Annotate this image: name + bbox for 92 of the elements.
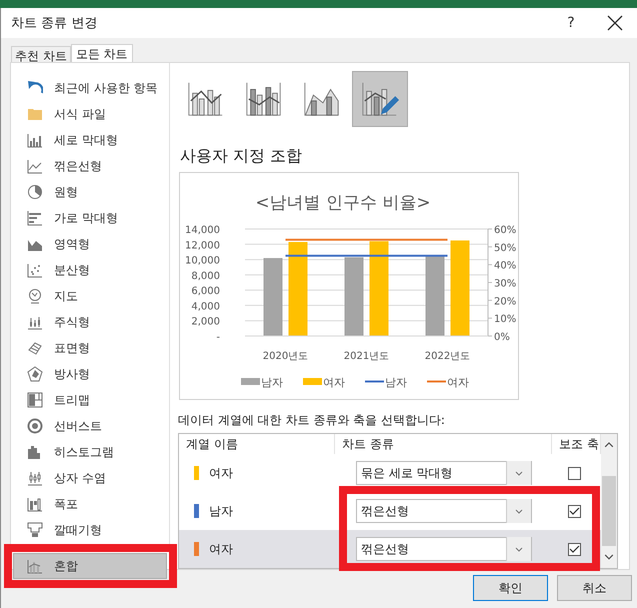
chevron-down-icon [515, 508, 523, 514]
dialog-button[interactable]: 취소 [557, 575, 632, 601]
sidebar-item[interactable]: 히스토그램 [13, 439, 167, 465]
axis-tick-label: 30% [494, 278, 516, 290]
axis-tick-label: 0% [494, 332, 510, 343]
sidebar-item[interactable]: 영역형 [13, 231, 167, 257]
axis-tick-label: 60% [494, 225, 516, 236]
close-icon[interactable] [605, 13, 625, 33]
sidebar-item[interactable]: 가로 막대형 [13, 205, 167, 231]
chevron-down-icon [515, 470, 523, 476]
sidebar-item[interactable]: 선버스트 [13, 413, 167, 439]
combo-chart-icon [27, 558, 43, 574]
dialog-button[interactable]: 확인 [473, 575, 548, 601]
tab[interactable]: 모든 차트 [70, 44, 133, 62]
sidebar-item[interactable]: 분산형 [13, 257, 167, 283]
window-title: 차트 종류 변경 [11, 15, 98, 32]
help-button[interactable]: ? [551, 15, 591, 31]
treemap-icon [27, 392, 43, 408]
sidebar-item[interactable]: 주식형 [13, 309, 167, 335]
sidebar-item[interactable]: 세로 막대형 [13, 127, 167, 153]
stock-chart-icon [27, 314, 43, 330]
pie-chart-icon [27, 184, 43, 200]
legend-label: 여자 [323, 376, 345, 389]
column-header: 차트 종류 [335, 434, 552, 454]
axis-tick-label: - [216, 332, 220, 343]
legend-swatch [241, 378, 260, 385]
sidebar-item[interactable]: 트리맵 [13, 387, 167, 413]
sidebar-item[interactable]: 상자 수염 [13, 465, 167, 491]
column-header: 계열 이름 [179, 434, 335, 454]
secondary-axis-checkbox[interactable] [568, 542, 581, 556]
undo-arrow-icon [27, 80, 43, 96]
axis-tick-label: 2,000 [191, 316, 220, 328]
series-name: 남자 [209, 502, 233, 520]
series-row[interactable]: 남자 꺾은선형 [179, 492, 601, 530]
funnel-chart-icon [27, 522, 43, 538]
chart-type-dropdown[interactable]: 꺾은선형 [356, 499, 532, 523]
bar-chart-icon [27, 210, 43, 226]
chart-type-dropdown[interactable]: 묶은 세로 막대형 [356, 461, 532, 485]
axis-tick-label: 8,000 [191, 270, 220, 282]
sunburst-chart-icon [27, 418, 43, 434]
legend-label: 여자 [447, 376, 469, 389]
column-chart-icon [27, 132, 43, 148]
box-plot-icon [27, 470, 43, 486]
chart-type-dropdown[interactable]: 꺾은선형 [356, 537, 532, 561]
legend-label: 남자 [385, 376, 407, 389]
axis-tick-label: 50% [494, 242, 516, 254]
sidebar-item[interactable]: 깔때기형 [13, 517, 167, 543]
chart-subtype-button[interactable] [352, 71, 408, 127]
axis-tick-label: 10% [494, 314, 516, 326]
sidebar-item[interactable]: 최근에 사용한 항목 [13, 75, 167, 101]
legend-swatch [303, 378, 322, 385]
legend-label: 남자 [261, 376, 283, 389]
axis-tick-label: 6,000 [191, 286, 220, 298]
sidebar-item[interactable]: 표면형 [13, 335, 167, 361]
axis-tick-label: 40% [494, 260, 516, 272]
sidebar-item[interactable]: 폭포 [13, 491, 167, 517]
secondary-axis-checkbox[interactable] [568, 504, 581, 518]
axis-tick-label: 10,000 [185, 256, 220, 267]
folder-icon [27, 106, 43, 122]
chevron-down-icon [515, 546, 523, 552]
chart-title: <남녀별 인구수 비율> [255, 193, 431, 213]
surface-chart-icon [27, 340, 43, 356]
sidebar-item[interactable]: 서식 파일 [13, 101, 167, 127]
tab[interactable]: 추천 차트 [11, 46, 71, 62]
sidebar-item[interactable]: 방사형 [13, 361, 167, 387]
sidebar-item[interactable]: 혼합 [13, 553, 167, 579]
series-name: 여자 [209, 540, 233, 558]
radar-chart-icon [27, 366, 43, 382]
scrollbar[interactable] [601, 434, 617, 568]
secondary-axis-checkbox[interactable] [568, 466, 581, 480]
instruction-text: 데이터 계열에 대한 차트 종류와 축을 선택합니다: [178, 412, 446, 429]
legend-line [365, 380, 384, 382]
chevron-up-icon[interactable] [604, 442, 614, 448]
category-label: 2021년도 [344, 351, 390, 362]
section-heading: 사용자 지정 조합 [180, 146, 304, 167]
waterfall-chart-icon [27, 496, 43, 512]
scatter-chart-icon [27, 262, 43, 278]
category-label: 2020년도 [262, 351, 308, 362]
sidebar-item[interactable]: 원형 [13, 179, 167, 205]
series-name: 여자 [209, 464, 233, 482]
series-row[interactable]: 여자 묶은 세로 막대형 [179, 454, 601, 492]
category-label: 2022년도 [424, 351, 470, 362]
chevron-down-icon[interactable] [604, 554, 614, 560]
axis-tick-label: 20% [494, 296, 516, 308]
sidebar-item[interactable]: 꺾은선형 [13, 153, 167, 179]
axis-tick-label: 4,000 [191, 301, 220, 312]
axis-tick-label: 14,000 [185, 225, 220, 236]
sidebar-item[interactable]: 지도 [13, 283, 167, 309]
legend-line [427, 380, 446, 382]
line-chart-icon [27, 158, 43, 174]
axis-tick-label: 12,000 [185, 240, 220, 252]
histogram-icon [27, 444, 43, 460]
